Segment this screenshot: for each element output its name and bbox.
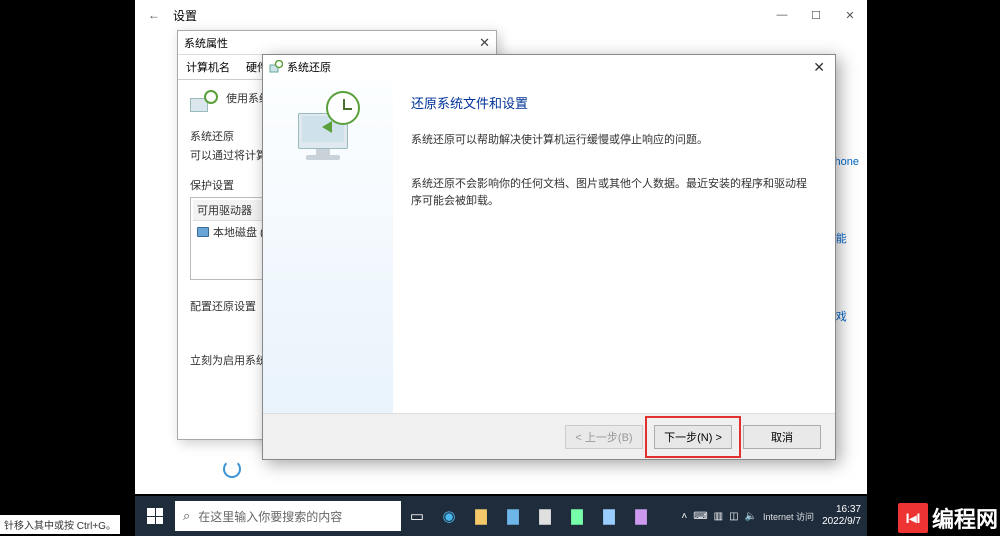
restore-left-panel [263, 79, 393, 413]
taskbar-app-edge[interactable]: ◉ [433, 496, 465, 536]
taskbar-app-explorer[interactable]: ▇ [465, 496, 497, 536]
settings-title: 设置 [173, 7, 197, 24]
restore-hero-icon [292, 91, 364, 163]
taskbar-app-mail[interactable]: ▇ [529, 496, 561, 536]
watermark: I◂I 编程网 [898, 502, 998, 534]
start-button[interactable] [135, 496, 175, 536]
tray-chevron-up-icon[interactable]: ˄ [681, 511, 687, 522]
settings-back-button[interactable]: ← [143, 8, 165, 22]
sysprops-close-button[interactable]: ✕ [479, 35, 490, 51]
taskbar: ⌕ 在这里输入你要搜索的内容 ▭ ◉ ▇ ▇ ▇ ▇ ▇ ▇ ˄ ⌨ ▥ ◫ 🔈… [135, 496, 867, 536]
loading-spinner-icon [223, 460, 241, 478]
taskbar-app-generic2[interactable]: ▇ [593, 496, 625, 536]
restore-titlebar-icon [269, 60, 283, 74]
tray-network-icon[interactable]: ◫ [729, 511, 738, 522]
system-restore-wizard: 系统还原 ✕ 还原系统文件和设置 系统还原可以帮助解决使计算机运行缓慢或停止响应… [262, 54, 836, 460]
taskbar-app-generic1[interactable]: ▇ [561, 496, 593, 536]
taskbar-clock[interactable]: 16:37 2022/9/7 [822, 504, 861, 528]
next-button-highlight: 下一步(N) > [651, 422, 735, 452]
settings-close-button[interactable]: ✕ [833, 0, 867, 30]
task-view-button[interactable]: ▭ [401, 496, 433, 536]
restore-close-button[interactable]: ✕ [809, 59, 829, 76]
restore-title: 系统还原 [287, 59, 331, 75]
tray-keyboard-icon[interactable]: ⌨ [693, 511, 707, 522]
settings-minimize-button[interactable]: — [765, 0, 799, 30]
cancel-button[interactable]: 取消 [743, 425, 821, 449]
search-placeholder: 在这里输入你要搜索的内容 [198, 508, 342, 525]
restore-small-icon [190, 90, 218, 118]
tray-battery-icon[interactable]: ▥ [714, 511, 723, 522]
tray-network-label: Internet 访问 [763, 510, 814, 523]
watermark-logo-icon: I◂I [898, 503, 928, 533]
back-button: < 上一步(B) [565, 425, 643, 449]
tray-volume-icon[interactable]: 🔈 [745, 511, 757, 522]
restore-paragraph-1: 系统还原可以帮助解决使计算机运行缓慢或停止响应的问题。 [411, 132, 815, 150]
taskbar-search[interactable]: ⌕ 在这里输入你要搜索的内容 [175, 501, 401, 531]
search-icon: ⌕ [183, 508, 190, 524]
drive-icon [197, 227, 209, 237]
sysprops-title: 系统属性 [184, 35, 228, 51]
taskbar-time: 16:37 [822, 504, 861, 516]
watermark-text: 编程网 [932, 502, 998, 534]
next-button[interactable]: 下一步(N) > [654, 425, 732, 449]
restore-heading: 还原系统文件和设置 [411, 93, 815, 112]
footer-hint: 针移入其中或按 Ctrl+G。 [0, 515, 120, 534]
taskbar-app-generic3[interactable]: ▇ [625, 496, 657, 536]
restore-paragraph-2: 系统还原不会影响你的任何文档、图片或其他个人数据。最近安装的程序和驱动程序可能会… [411, 176, 815, 211]
tab-computer-name[interactable]: 计算机名 [178, 55, 238, 79]
settings-maximize-button[interactable]: ☐ [799, 0, 833, 30]
windows-logo-icon [147, 508, 163, 524]
loading-row [223, 460, 241, 478]
taskbar-date: 2022/9/7 [822, 516, 861, 528]
taskbar-app-store[interactable]: ▇ [497, 496, 529, 536]
